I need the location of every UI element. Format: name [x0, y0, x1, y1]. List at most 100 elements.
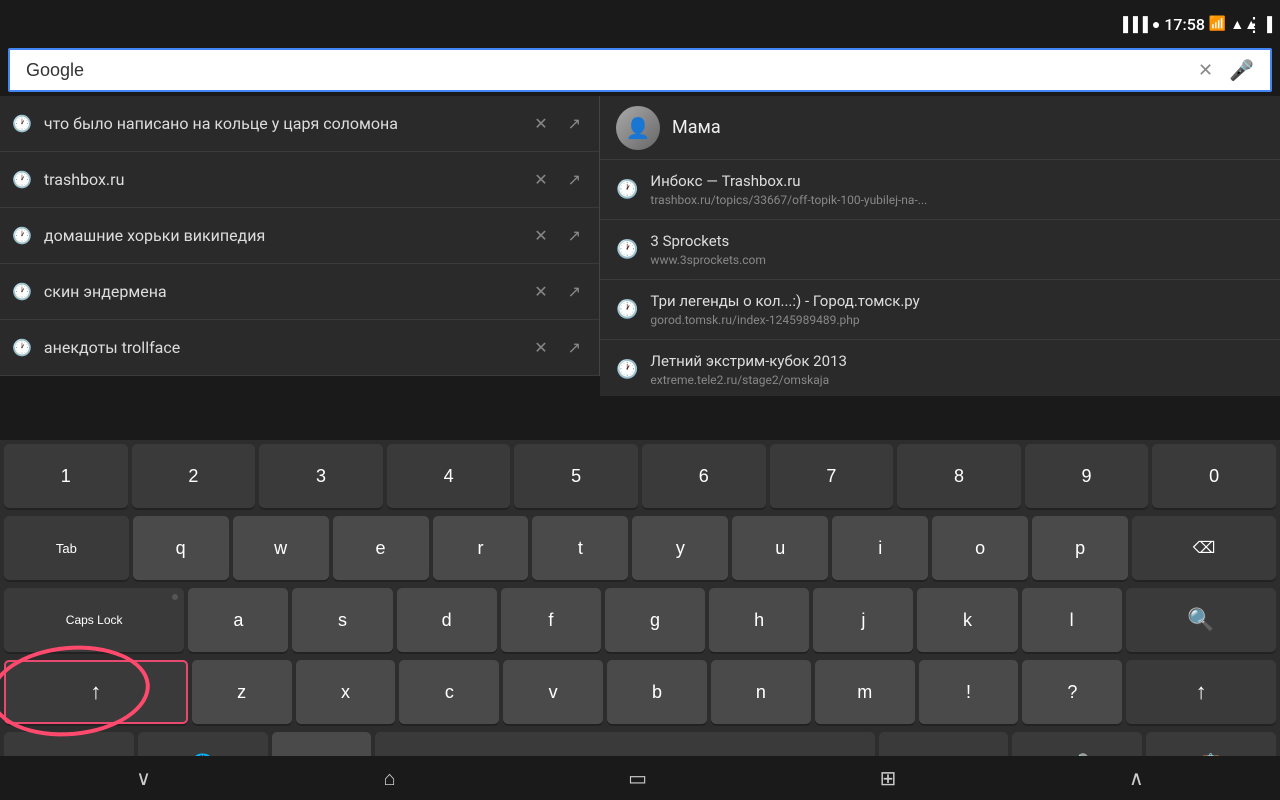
nav-up-button[interactable]: ∧	[1117, 758, 1156, 798]
keyboard: 1 2 3 4 5 6 7 8 9 0 Tab q w e r t y u i …	[0, 440, 1280, 756]
use-suggestion-button[interactable]: ↗	[562, 278, 587, 305]
network-icon: ▐▐▐	[1118, 16, 1148, 33]
remove-suggestion-button[interactable]: ✕	[528, 222, 553, 249]
key-q[interactable]: q	[133, 516, 229, 580]
key-5[interactable]: 5	[514, 444, 638, 508]
notification-icon: ●	[1152, 16, 1160, 33]
clock-icon: 🕐	[12, 226, 32, 245]
suggestion-item[interactable]: 🕐 trashbox.ru ✕ ↗	[0, 152, 599, 208]
history-item[interactable]: 🕐 3 Sprockets www.3sprockets.com	[600, 220, 1280, 280]
nav-qr-button[interactable]: ⊞	[868, 758, 909, 798]
search-input[interactable]	[18, 60, 1190, 81]
suggestion-text: анекдоты trollface	[44, 338, 528, 357]
key-i[interactable]: i	[832, 516, 928, 580]
key-1[interactable]: 1	[4, 444, 128, 508]
history-item[interactable]: 🕐 Три легенды о кол...:) - Город.томск.р…	[600, 280, 1280, 340]
key-r[interactable]: r	[433, 516, 529, 580]
key-d[interactable]: d	[397, 588, 497, 652]
key-y[interactable]: y	[632, 516, 728, 580]
suggestion-actions: ✕ ↗	[528, 166, 587, 193]
history-title: Три легенды о кол...:) - Город.томск.ру	[650, 292, 1264, 312]
key-8[interactable]: 8	[897, 444, 1021, 508]
suggestion-actions: ✕ ↗	[528, 334, 587, 361]
suggestion-text: домашние хорьки википедия	[44, 226, 528, 245]
key-0[interactable]: 0	[1152, 444, 1276, 508]
suggestion-item[interactable]: 🕐 анекдоты trollface ✕ ↗	[0, 320, 599, 376]
key-g[interactable]: g	[605, 588, 705, 652]
key-s[interactable]: s	[292, 588, 392, 652]
suggestion-item[interactable]: 🕐 домашние хорьки википедия ✕ ↗	[0, 208, 599, 264]
keyboard-row-zxcv: ↑ z x c v b n m ! ? ↑	[0, 656, 1280, 728]
key-capslock[interactable]: Caps Lock	[4, 588, 184, 652]
key-tab[interactable]: Tab	[4, 516, 129, 580]
history-item[interactable]: 🕐 Летний экстрим-кубок 2013 extreme.tele…	[600, 340, 1280, 396]
history-url: gorod.tomsk.ru/index-1245989489.php	[650, 313, 1264, 327]
status-time: 17:58	[1164, 15, 1205, 34]
contact-name: Мама	[672, 117, 721, 138]
key-x[interactable]: x	[296, 660, 396, 724]
key-2[interactable]: 2	[132, 444, 256, 508]
key-m[interactable]: m	[815, 660, 915, 724]
nav-home-button[interactable]: ⌂	[372, 758, 408, 799]
suggestion-text: что было написано на кольце у царя солом…	[44, 114, 528, 133]
key-v[interactable]: v	[503, 660, 603, 724]
use-suggestion-button[interactable]: ↗	[562, 334, 587, 361]
key-h[interactable]: h	[709, 588, 809, 652]
key-z[interactable]: z	[192, 660, 292, 724]
history-clock-icon: 🕐	[616, 239, 638, 260]
recent-contact[interactable]: 👤 Мама	[600, 96, 1280, 160]
keyboard-row-qwerty: Tab q w e r t y u i o p ⌫	[0, 512, 1280, 584]
clock-icon: 🕐	[12, 338, 32, 357]
key-j[interactable]: j	[813, 588, 913, 652]
remove-suggestion-button[interactable]: ✕	[528, 110, 553, 137]
key-l[interactable]: l	[1022, 588, 1122, 652]
key-o[interactable]: o	[932, 516, 1028, 580]
key-n[interactable]: n	[711, 660, 811, 724]
use-suggestion-button[interactable]: ↗	[562, 110, 587, 137]
key-k[interactable]: k	[917, 588, 1017, 652]
key-9[interactable]: 9	[1025, 444, 1149, 508]
key-6[interactable]: 6	[642, 444, 766, 508]
suggestion-item[interactable]: 🕐 скин эндермена ✕ ↗	[0, 264, 599, 320]
suggestion-item[interactable]: 🕐 что было написано на кольце у царя сол…	[0, 96, 599, 152]
key-exclaim[interactable]: !	[919, 660, 1019, 724]
key-a[interactable]: a	[188, 588, 288, 652]
clock-icon: 🕐	[12, 114, 32, 133]
key-p[interactable]: p	[1032, 516, 1128, 580]
key-t[interactable]: t	[532, 516, 628, 580]
status-bar: ▐▐▐ ● 17:58 📶 ▲▲ ▐	[1118, 0, 1280, 48]
key-c[interactable]: c	[399, 660, 499, 724]
key-3[interactable]: 3	[259, 444, 383, 508]
use-suggestion-button[interactable]: ↗	[562, 222, 587, 249]
key-u[interactable]: u	[732, 516, 828, 580]
key-4[interactable]: 4	[387, 444, 511, 508]
remove-suggestion-button[interactable]: ✕	[528, 334, 553, 361]
remove-suggestion-button[interactable]: ✕	[528, 166, 553, 193]
suggestion-actions: ✕ ↗	[528, 222, 587, 249]
wifi-icon: 📶	[1209, 16, 1226, 32]
remove-suggestion-button[interactable]: ✕	[528, 278, 553, 305]
search-clear-button[interactable]: ✕	[1190, 56, 1221, 85]
nav-recent-button[interactable]: ▭	[616, 758, 659, 798]
search-bar: ✕ 🎤	[8, 48, 1272, 92]
search-mic-button[interactable]: 🎤	[1221, 54, 1262, 86]
key-b[interactable]: b	[607, 660, 707, 724]
use-suggestion-button[interactable]: ↗	[562, 166, 587, 193]
key-7[interactable]: 7	[770, 444, 894, 508]
suggestion-actions: ✕ ↗	[528, 110, 587, 137]
key-backspace[interactable]: ⌫	[1132, 516, 1276, 580]
history-item[interactable]: 🕐 Инбокс — Trashbox.ru trashbox.ru/topic…	[600, 160, 1280, 220]
nav-back-button[interactable]: ∨	[124, 758, 163, 798]
key-shift-right[interactable]: ↑	[1126, 660, 1276, 724]
keyboard-row-numbers: 1 2 3 4 5 6 7 8 9 0	[0, 440, 1280, 512]
suggestion-text: trashbox.ru	[44, 170, 528, 189]
key-search[interactable]: 🔍	[1126, 588, 1276, 652]
content-area: 🕐 что было написано на кольце у царя сол…	[0, 96, 1280, 396]
key-f[interactable]: f	[501, 588, 601, 652]
history-clock-icon: 🕐	[616, 299, 638, 320]
key-e[interactable]: e	[333, 516, 429, 580]
navigation-bar: ∨ ⌂ ▭ ⊞ ∧	[0, 756, 1280, 800]
key-shift-left[interactable]: ↑	[4, 660, 188, 724]
key-question[interactable]: ?	[1022, 660, 1122, 724]
key-w[interactable]: w	[233, 516, 329, 580]
